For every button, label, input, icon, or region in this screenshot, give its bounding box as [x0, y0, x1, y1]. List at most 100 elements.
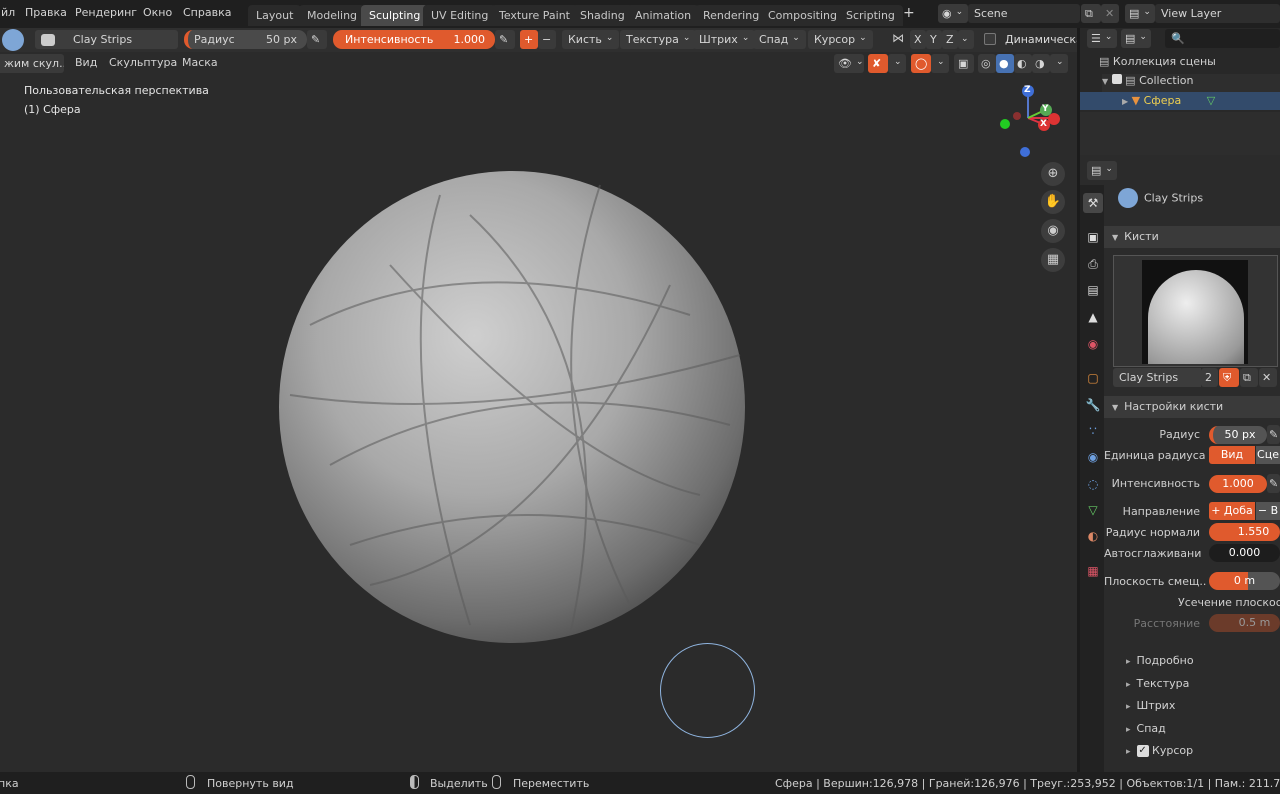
shading-dropdown-icon[interactable]: [1050, 54, 1068, 73]
radius-unit-scene-button[interactable]: Сце: [1256, 446, 1280, 464]
shading-wireframe-icon[interactable]: ◎: [978, 54, 996, 73]
menu-window[interactable]: Окно: [138, 4, 177, 22]
properties-editor-type-icon[interactable]: ▤: [1087, 161, 1117, 180]
duplicate-brush-icon[interactable]: ⧉: [1240, 368, 1258, 387]
world-properties-icon[interactable]: ◉: [1083, 334, 1103, 354]
brush-user-count[interactable]: 2: [1201, 368, 1218, 387]
scene-close-icon[interactable]: ✕: [1101, 4, 1119, 23]
brush-settings-panel-header[interactable]: ▼ Настройки кисти: [1104, 396, 1280, 418]
brush-menu[interactable]: Кисть: [562, 30, 620, 49]
gizmo-toggle-icon[interactable]: ✘: [868, 54, 888, 73]
output-properties-icon[interactable]: ⎙: [1083, 254, 1103, 274]
brushes-panel-header[interactable]: ▼ Кисти: [1104, 226, 1280, 248]
render-properties-icon[interactable]: ▣: [1083, 227, 1103, 247]
xray-toggle-icon[interactable]: ▣: [954, 54, 974, 73]
add-workspace-button[interactable]: +: [898, 4, 920, 22]
tab-uv-editing[interactable]: UV Editing: [423, 5, 497, 26]
radius-pressure-icon[interactable]: ✎: [307, 30, 327, 49]
direction-add-toggle[interactable]: + Доба: [1209, 502, 1255, 520]
ortho-toggle-button[interactable]: ▦: [1041, 248, 1065, 272]
outliner-search-input[interactable]: 🔍: [1165, 29, 1280, 48]
menu-render[interactable]: Рендеринг: [70, 4, 142, 22]
texture-properties-icon[interactable]: ▦: [1083, 561, 1103, 581]
tab-texture-paint[interactable]: Texture Paint: [491, 5, 578, 26]
shading-material-icon[interactable]: ◐: [1014, 54, 1032, 73]
axis-z-toggle[interactable]: Z: [942, 30, 958, 49]
view-layer-selector[interactable]: View Layer: [1155, 4, 1280, 23]
radius-prop-field[interactable]: 50 px: [1209, 426, 1267, 444]
outliner-collection-row[interactable]: ▼ ▤ Collection: [1102, 74, 1280, 92]
direction-add-button[interactable]: +: [520, 30, 538, 49]
tab-sculpting[interactable]: Sculpting: [361, 5, 429, 26]
scene-selector[interactable]: Scene: [968, 4, 1080, 23]
outliner-scene-collection[interactable]: ▤ Коллекция сцены: [1099, 55, 1216, 68]
collection-visibility-checkbox[interactable]: [1111, 74, 1122, 84]
tab-modeling[interactable]: Modeling: [299, 5, 366, 26]
tab-layout[interactable]: Layout: [248, 5, 302, 26]
subpanel-falloff[interactable]: Спад: [1126, 722, 1166, 735]
axis-x-toggle[interactable]: X: [910, 30, 926, 49]
material-properties-icon[interactable]: ◐: [1083, 526, 1103, 546]
outliner-filter-icon[interactable]: ▤: [1121, 29, 1151, 48]
tab-scripting[interactable]: Scripting: [838, 5, 903, 26]
radius-prop-pressure-icon[interactable]: ✎: [1267, 425, 1280, 444]
texture-menu[interactable]: Текстура: [620, 30, 697, 49]
radius-unit-view-button[interactable]: Вид: [1209, 446, 1255, 464]
strength-field[interactable]: Интенсивность 1.000: [333, 30, 495, 49]
shading-rendered-icon[interactable]: ◑: [1032, 54, 1050, 73]
mask-menu[interactable]: Маска: [177, 54, 223, 72]
subpanel-cursor[interactable]: ▸ ✓ Курсор: [1126, 744, 1193, 757]
modifier-properties-icon[interactable]: 🔧: [1083, 395, 1103, 415]
autosmooth-field[interactable]: 0.000: [1209, 544, 1280, 562]
physics-properties-icon[interactable]: ◉: [1083, 447, 1103, 467]
menu-file[interactable]: йл: [0, 4, 20, 22]
view-layer-properties-icon[interactable]: ▤: [1083, 280, 1103, 300]
menu-help[interactable]: Справка: [178, 4, 236, 22]
falloff-menu[interactable]: Спад: [753, 30, 806, 49]
data-properties-icon[interactable]: ▽: [1083, 500, 1103, 520]
fake-user-shield-icon[interactable]: ⛨: [1219, 368, 1239, 387]
subpanel-texture[interactable]: Текстура: [1126, 677, 1190, 690]
brush-datablock-name[interactable]: Clay Strips: [1113, 368, 1201, 387]
overlay-dropdown-icon[interactable]: [931, 54, 949, 73]
scene-type-icon[interactable]: ◉: [938, 4, 968, 23]
normal-radius-field[interactable]: 1.550: [1209, 523, 1280, 541]
brush-tool-icon[interactable]: [2, 29, 24, 51]
sculpt-sphere[interactable]: [270, 165, 760, 655]
view-layer-icon[interactable]: ▤: [1125, 4, 1155, 23]
subpanel-detail[interactable]: Подробно: [1126, 654, 1194, 667]
gizmo-dropdown-icon[interactable]: [888, 54, 906, 73]
dyntopo-checkbox[interactable]: [984, 33, 996, 45]
pan-view-button[interactable]: ✋: [1041, 190, 1065, 214]
brush-selector[interactable]: Clay Strips: [35, 30, 178, 49]
object-properties-icon[interactable]: ▢: [1083, 368, 1103, 388]
stroke-menu[interactable]: Штрих: [693, 30, 756, 49]
strength-pressure-icon[interactable]: ✎: [495, 30, 515, 49]
sculpt-menu[interactable]: Скульптура: [104, 54, 182, 72]
tool-properties-icon[interactable]: ⚒: [1083, 193, 1103, 213]
direction-subtract-toggle[interactable]: − В: [1256, 502, 1280, 520]
zoom-view-button[interactable]: ⊕: [1041, 162, 1065, 186]
shading-solid-icon[interactable]: ●: [996, 54, 1014, 73]
cursor-menu[interactable]: Курсор: [808, 30, 873, 49]
radius-field[interactable]: Радиус 50 px: [184, 30, 307, 49]
unlink-brush-icon[interactable]: ✕: [1259, 368, 1277, 387]
cursor-checkbox[interactable]: ✓: [1136, 745, 1149, 757]
plane-offset-field[interactable]: 0 m: [1209, 572, 1280, 590]
scene-properties-icon[interactable]: ▲: [1083, 307, 1103, 327]
outliner-display-icon[interactable]: ☰: [1087, 29, 1117, 48]
navigation-gizmo[interactable]: Z X Y: [995, 82, 1065, 160]
tab-compositing[interactable]: Compositing: [760, 5, 845, 26]
camera-view-button[interactable]: ◉: [1041, 219, 1065, 243]
tab-animation[interactable]: Animation: [627, 5, 700, 26]
constraint-properties-icon[interactable]: ◌: [1083, 474, 1103, 494]
brush-preview-frame[interactable]: [1113, 255, 1278, 367]
subpanel-stroke[interactable]: Штрих: [1126, 699, 1176, 712]
view-menu[interactable]: Вид: [70, 54, 102, 72]
overlay-toggle-icon[interactable]: ◯: [911, 54, 931, 73]
menu-edit[interactable]: Правка: [20, 4, 72, 22]
axis-lock-icon[interactable]: ⌄: [958, 30, 974, 49]
axis-y-toggle[interactable]: Y: [926, 30, 942, 49]
strength-prop-field[interactable]: 1.000: [1209, 475, 1267, 493]
mode-selector[interactable]: жим скул..: [0, 54, 64, 73]
